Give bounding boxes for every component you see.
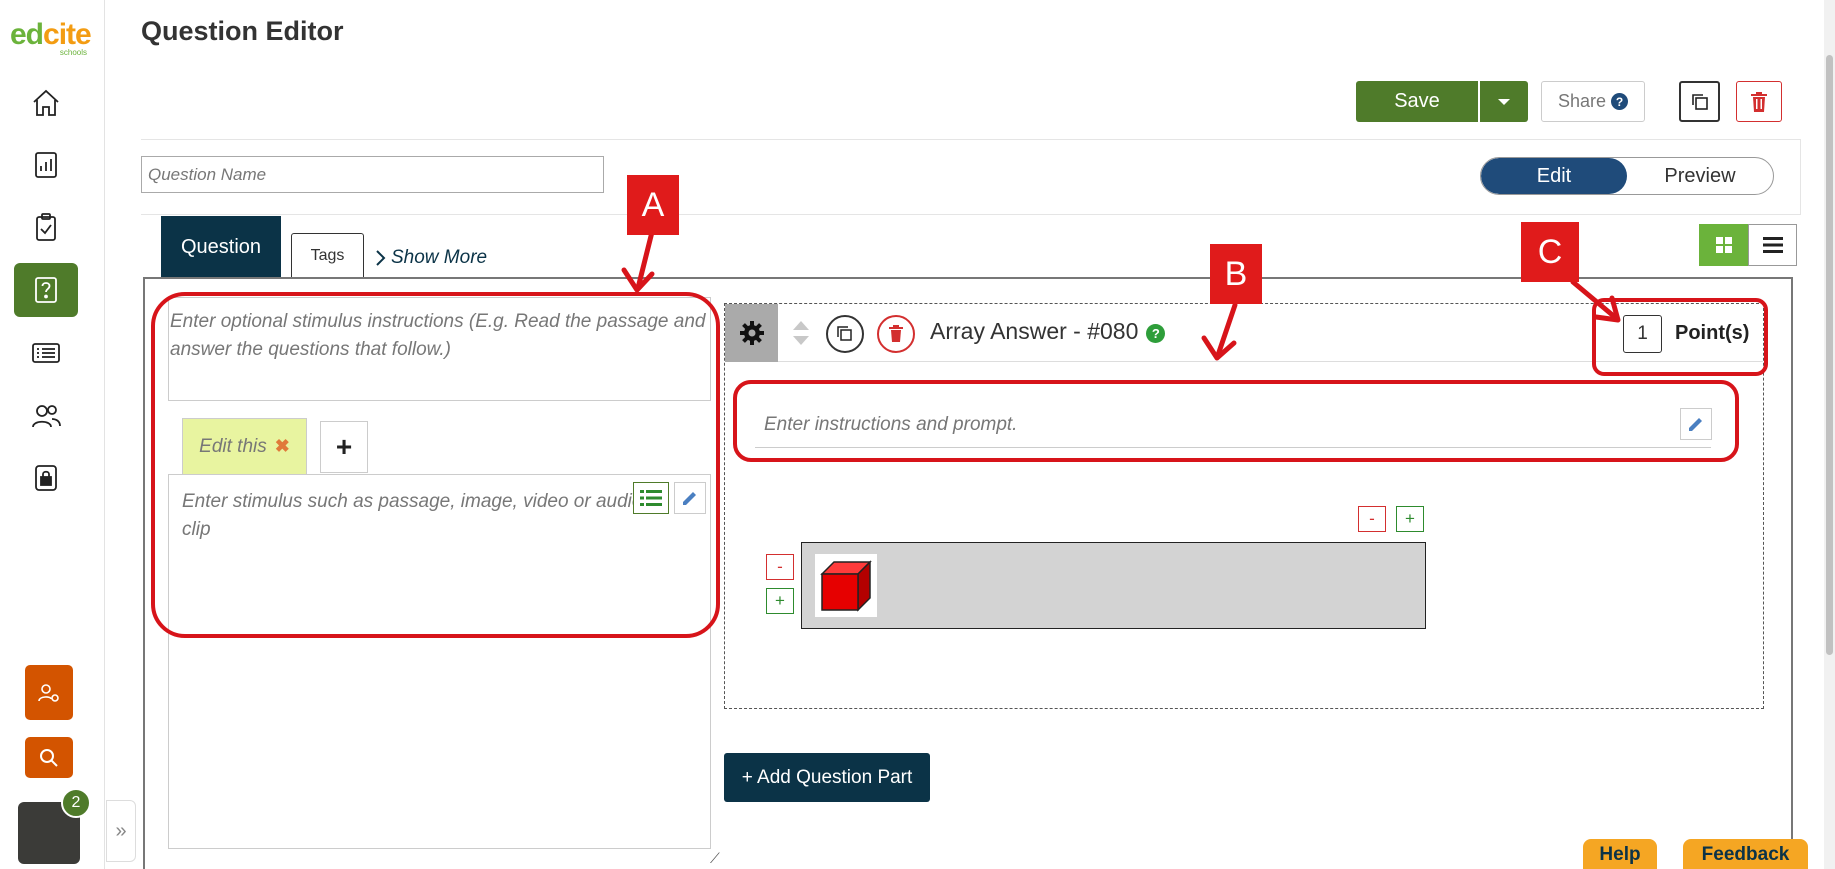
sidebar-item-lists[interactable] [14,326,78,380]
users-icon [32,405,61,428]
home-icon [33,89,59,116]
part-title-text: Array Answer - #080 [930,318,1139,344]
grid-icon [1715,237,1732,253]
help-circle-icon: ? [1611,93,1629,110]
part-duplicate-button[interactable] [826,315,864,353]
sidebar-item-security[interactable] [14,451,78,505]
copy-icon [837,326,852,341]
search-icon [40,748,58,767]
sidebar-item-questions[interactable] [14,263,78,317]
double-chevron-right-icon: » [115,819,127,842]
duplicate-button[interactable] [1679,81,1720,122]
toggle-edit[interactable]: Edit [1481,158,1627,194]
resize-handle[interactable]: ⟋ [710,850,720,867]
help-button[interactable]: Help [1583,839,1657,869]
tab-tags[interactable]: Tags [291,233,364,277]
trash-icon [1751,91,1767,112]
tab-question[interactable]: Question [161,216,281,278]
scrollbar-thumb[interactable] [1826,55,1833,655]
rows-icon [1762,237,1783,253]
save-dropdown-button[interactable] [1480,81,1528,122]
user-gear-icon [38,683,59,702]
page-scrollbar[interactable] [1824,0,1835,869]
annotation-ring-a [151,292,720,638]
help-circle-icon[interactable]: ? [1146,324,1166,343]
add-row-button[interactable]: + [766,588,794,614]
delete-button[interactable] [1736,81,1782,122]
list-layout-button[interactable] [1748,224,1797,266]
edit-preview-toggle[interactable]: Edit Preview [1480,157,1774,195]
part-settings-button[interactable] [725,304,778,362]
sidebar: edcite schools 2 [0,0,105,869]
annotation-label-b: B [1210,244,1262,304]
add-column-button[interactable]: + [1396,506,1424,532]
red-cube-icon [820,559,872,612]
share-label: Share [1557,91,1607,111]
user-settings-button[interactable] [25,665,73,720]
search-button[interactable] [25,737,73,778]
trash-icon [889,325,903,342]
annotation-ring-c [1592,298,1768,376]
feedback-button[interactable]: Feedback [1683,839,1808,869]
question-name-input[interactable] [141,156,604,193]
add-question-part-button[interactable]: + Add Question Part [724,753,930,802]
remove-row-button[interactable]: - [766,554,794,580]
annotation-ring-b [733,380,1739,462]
sidebar-item-reports[interactable] [14,138,78,192]
sidebar-item-assignments[interactable] [14,200,78,254]
grid-layout-button[interactable] [1699,224,1748,266]
array-grid[interactable] [801,542,1426,629]
toggle-preview[interactable]: Preview [1627,158,1773,194]
gear-icon [739,321,764,345]
question-box-icon [35,277,57,303]
annotation-label-c: C [1521,222,1579,282]
sidebar-item-users[interactable] [14,389,78,443]
lock-icon [35,465,57,491]
clipboard-check-icon [36,213,56,241]
sidebar-expand-button[interactable]: » [106,800,136,862]
page-title: Question Editor [141,16,344,46]
remove-column-button[interactable]: - [1358,506,1386,532]
show-more-link[interactable]: Show More [375,247,487,269]
array-cell[interactable] [815,554,877,617]
part-delete-button[interactable] [877,315,915,353]
question-part-title: Array Answer - #080 ? [930,318,1166,345]
logo-sub: schools [59,48,87,57]
notification-badge: 2 [61,788,91,818]
sidebar-item-home[interactable] [14,76,78,130]
share-button[interactable]: Share ? [1541,81,1645,122]
copy-icon [1691,93,1708,110]
edcite-logo[interactable]: edcite schools [10,18,95,58]
show-more-label: Show More [391,247,488,268]
list-icon [32,343,60,363]
reorder-icon[interactable] [790,318,812,348]
bar-chart-icon [35,152,57,178]
annotation-label-a: A [627,175,679,235]
chevron-right-icon [376,250,386,266]
save-button[interactable]: Save [1356,81,1478,122]
